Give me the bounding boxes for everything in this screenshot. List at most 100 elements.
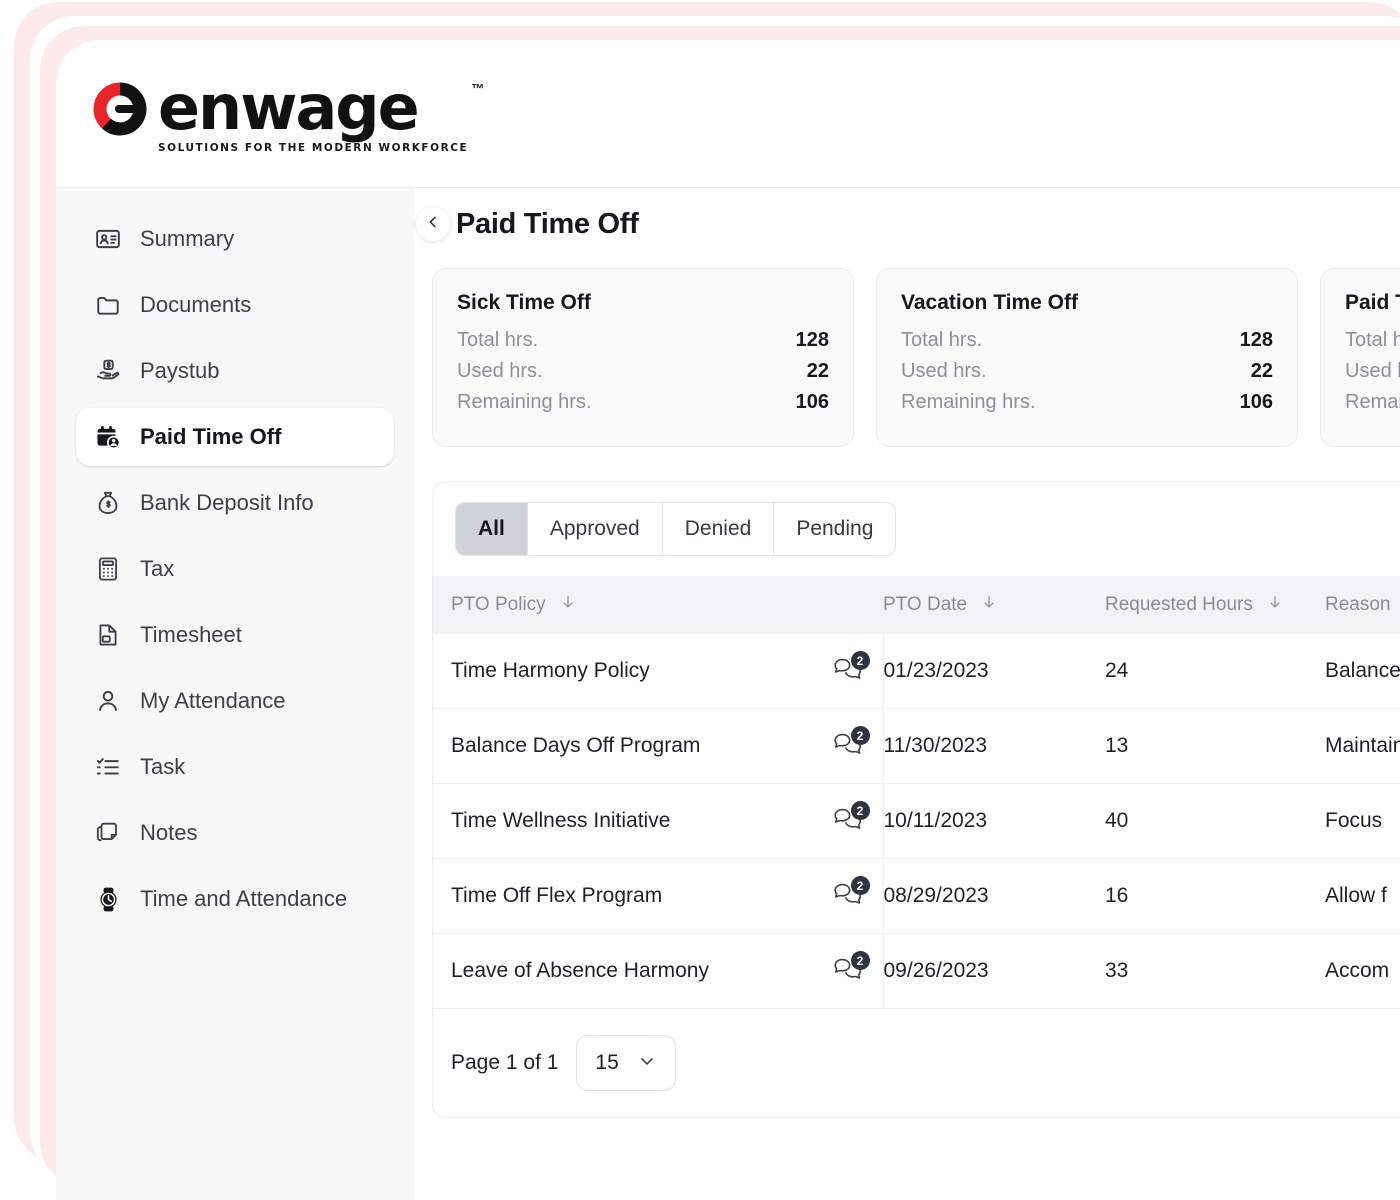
chevron-down-icon [637,1051,657,1076]
sidebar-item-label: Paid Time Off [140,424,281,450]
enwage-logo-mark-icon [88,77,152,141]
page-size-select[interactable]: 15 [576,1035,675,1091]
stat-label: Total hrs. [1345,329,1400,352]
stat-label: Used hrs. [1345,360,1400,383]
comments-icon[interactable]: 2 [833,731,867,761]
sidebar-item-paystub[interactable]: Paystub [76,342,394,400]
hand-money-icon [94,357,122,385]
sidebar-item-label: My Attendance [140,688,286,714]
table-row[interactable]: Time Wellness Initiative 2 [433,784,1400,859]
sidebar-item-label: Documents [140,292,251,318]
page-indicator: Page 1 of 1 [451,1051,558,1075]
sidebar-item-summary[interactable]: Summary [76,210,394,268]
comments-count: 2 [851,951,870,970]
comments-icon[interactable]: 2 [833,806,867,836]
cell-pto-policy: Balance Days Off Program 2 [433,709,883,784]
page-header: Paid Time Off [414,188,1400,260]
pto-table-card: All Approved Denied Pending PTO Policy [432,481,1400,1118]
tab-denied[interactable]: Denied [663,503,775,555]
sidebar-item-documents[interactable]: Documents [76,276,394,334]
sidebar-item-label: Bank Deposit Info [140,490,314,516]
stat-cards-row: Sick Time Off Total hrs. 128 Used hrs. 2… [414,260,1400,447]
column-header-pto-policy[interactable]: PTO Policy [433,576,883,634]
cell-pto-policy: Leave of Absence Harmony 2 [433,934,883,1009]
table-body: Time Harmony Policy 2 [433,634,1400,1009]
checklist-icon [94,753,122,781]
cell-pto-date: 11/30/2023 [883,709,1105,784]
cell-pto-date: 08/29/2023 [883,859,1105,934]
stat-card-sick-time-off: Sick Time Off Total hrs. 128 Used hrs. 2… [432,268,854,447]
cell-requested-hours: 33 [1105,934,1325,1009]
column-label: Reason [1325,594,1391,616]
sidebar-item-notes[interactable]: Notes [76,804,394,862]
stat-value: 106 [796,391,829,414]
column-header-reason[interactable]: Reason [1325,576,1400,634]
stat-row: Total hrs. 128 [457,329,829,352]
arrow-down-icon[interactable] [981,594,997,616]
money-bag-icon [94,489,122,517]
enwage-logo: enwage ™ SOLUTIONS FOR THE MODERN WORKFO… [88,73,468,154]
sidebar-item-label: Task [140,754,185,780]
cell-pto-policy: Time Harmony Policy 2 [433,634,883,709]
sidebar-item-bank-deposit-info[interactable]: Bank Deposit Info [76,474,394,532]
sidebar-item-time-and-attendance[interactable]: Time and Attendance [76,870,394,928]
comments-icon[interactable]: 2 [833,956,867,986]
sidebar-item-task[interactable]: Task [76,738,394,796]
cell-reason: Accom [1325,934,1400,1009]
sidebar-collapse-button[interactable] [416,207,450,241]
cell-pto-date: 10/11/2023 [883,784,1105,859]
cell-reason: Maintain [1325,709,1400,784]
column-header-requested-hours[interactable]: Requested Hours [1105,576,1325,634]
sidebar-item-tax[interactable]: Tax [76,540,394,598]
comments-icon[interactable]: 2 [833,656,867,686]
table-row[interactable]: Balance Days Off Program 2 [433,709,1400,784]
arrow-down-icon[interactable] [560,594,576,616]
sidebar: Summary Documents [56,188,414,1200]
column-header-pto-date[interactable]: PTO Date [883,576,1105,634]
table-row[interactable]: Leave of Absence Harmony 2 [433,934,1400,1009]
logo-tagline: SOLUTIONS FOR THE MODERN WORKFORCE [158,142,468,154]
cell-pto-date: 09/26/2023 [883,934,1105,1009]
sidebar-item-my-attendance[interactable]: My Attendance [76,672,394,730]
sidebar-item-label: Tax [140,556,174,582]
sidebar-item-label: Time and Attendance [140,886,347,912]
stat-row: Remaining hrs. 106 [457,391,829,414]
cell-reason: Allow f [1325,859,1400,934]
table-row[interactable]: Time Harmony Policy 2 [433,634,1400,709]
arrow-down-icon[interactable] [1267,594,1283,616]
cell-reason: Balance [1325,634,1400,709]
tab-all[interactable]: All [456,503,528,555]
sidebar-item-label: Notes [140,820,197,846]
chevron-left-icon [425,214,441,235]
pto-table: PTO Policy PTO Date [433,576,1400,1009]
stat-card-title: Sick Time Off [457,291,829,315]
stat-row: Used hrs. 22 [1345,360,1400,383]
stat-card-title: Paid Time Off [1345,291,1400,315]
sidebar-item-timesheet[interactable]: Timesheet [76,606,394,664]
stat-value: 128 [796,329,829,352]
person-icon [94,687,122,715]
sidebar-item-label: Paystub [140,358,220,384]
stat-value: 22 [1251,360,1273,383]
comments-icon[interactable]: 2 [833,881,867,911]
cell-requested-hours: 13 [1105,709,1325,784]
cell-reason: Focus [1325,784,1400,859]
logo-wordmark: enwage [158,79,468,138]
cell-pto-date: 01/23/2023 [883,634,1105,709]
policy-name: Balance Days Off Program [451,734,700,758]
sidebar-item-label: Summary [140,226,234,252]
id-card-icon [94,225,122,253]
cell-pto-policy: Time Off Flex Program 2 [433,859,883,934]
stat-label: Remaining hrs. [457,391,592,414]
stat-label: Remaining hrs. [901,391,1036,414]
tab-approved[interactable]: Approved [528,503,663,555]
cell-pto-policy: Time Wellness Initiative 2 [433,784,883,859]
sidebar-item-paid-time-off[interactable]: Paid Time Off [76,408,394,466]
tab-pending[interactable]: Pending [774,503,895,555]
status-filter-bar: All Approved Denied Pending [433,482,1400,576]
cell-requested-hours: 16 [1105,859,1325,934]
table-head: PTO Policy PTO Date [433,576,1400,634]
table-row[interactable]: Time Off Flex Program 2 [433,859,1400,934]
cell-requested-hours: 40 [1105,784,1325,859]
status-tabs: All Approved Denied Pending [455,502,896,556]
